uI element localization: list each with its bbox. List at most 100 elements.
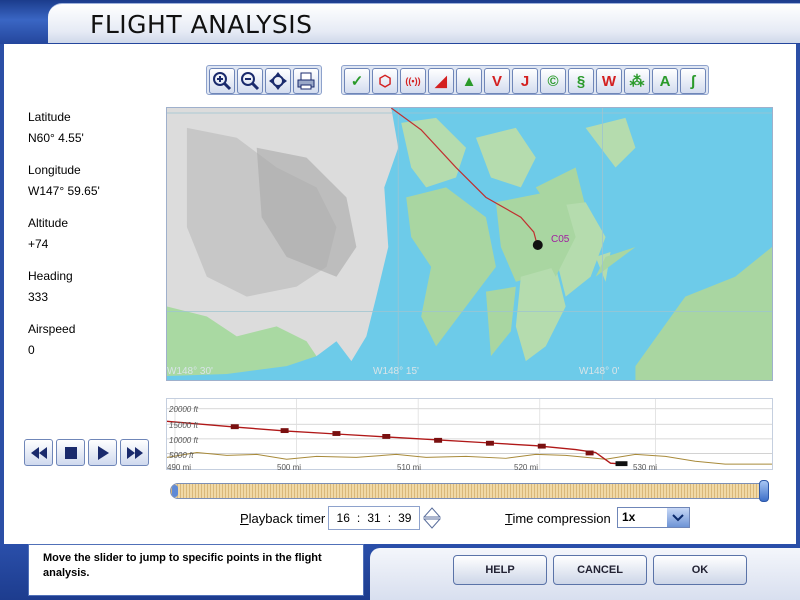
map-toolbar: ✓ ⬡ ((•)) ◢ ▲ V J © § W ⁂ Aʃ <box>341 65 709 95</box>
profile-altitude-label-4: 5000 ft <box>169 451 194 460</box>
heading-label: Heading <box>28 269 73 283</box>
longitude-value: W147° 59.65' <box>28 184 100 198</box>
timeline-slider[interactable] <box>170 480 769 502</box>
zoom-in-icon <box>213 72 232 91</box>
timer-hours[interactable]: 16 <box>337 511 350 525</box>
map-longitude-label-2: W148° 15' <box>373 366 419 377</box>
profile-altitude-label-2: 15000 ft <box>169 421 198 430</box>
timer-minutes[interactable]: 31 <box>367 511 380 525</box>
altitude-profile[interactable]: 20000 ft 15000 ft 10000 ft 5000 ft 490 m… <box>166 398 773 472</box>
altitude-icon: A <box>659 72 671 90</box>
center-button[interactable] <box>265 68 291 94</box>
triangle-button[interactable]: ▲ <box>456 68 482 94</box>
fast-forward-button[interactable] <box>120 439 149 466</box>
spin-down-icon <box>423 518 441 529</box>
jet-airways-icon: J <box>520 72 530 90</box>
map-graphic <box>167 108 772 380</box>
profile-distance-label-2: 500 mi <box>277 463 302 472</box>
timer-spinner[interactable] <box>423 507 441 529</box>
window-frame-left <box>0 44 4 544</box>
time-compression-label: Time compression <box>505 511 611 526</box>
playback-timer-label-hotkey: P <box>240 511 249 526</box>
profile-distance-label-3: 510 mi <box>397 463 422 472</box>
position-info-panel: Latitude N60° 4.55' Longitude W147° 59.6… <box>28 110 100 375</box>
stop-icon <box>64 446 77 459</box>
help-button[interactable]: HELP <box>453 555 547 585</box>
window-frame-right <box>796 44 800 544</box>
wind-icon: ʃ <box>690 72 696 90</box>
timer-separator-1: : <box>356 511 361 525</box>
route-icon: § <box>576 72 586 90</box>
vor-icon: ⬡ <box>378 73 392 90</box>
terrain-icon: ⁂ <box>629 73 645 90</box>
rewind-icon <box>30 446 47 459</box>
latitude-label: Latitude <box>28 110 71 124</box>
latitude-value: N60° 4.55' <box>28 131 84 145</box>
terrain-button[interactable]: ⁂ <box>624 68 650 94</box>
airport-button[interactable]: ✓ <box>344 68 370 94</box>
ndb-button[interactable]: ((•)) <box>400 68 426 94</box>
profile-graphic <box>167 399 772 469</box>
print-icon <box>297 72 315 90</box>
hint-box: Move the slider to jump to specific poin… <box>28 544 364 596</box>
fast-forward-icon <box>126 446 143 459</box>
play-icon <box>97 445 109 460</box>
slider-thumb[interactable] <box>759 480 769 502</box>
victor-airways-icon: V <box>491 72 502 90</box>
heading-value: 333 <box>28 290 49 304</box>
profile-altitude-label-3: 10000 ft <box>169 436 198 445</box>
view-toolbar <box>206 65 322 95</box>
atis-icon: © <box>547 72 559 90</box>
time-compression-select[interactable]: 1x <box>617 507 690 528</box>
route-button[interactable]: § <box>568 68 594 94</box>
chevron-down-icon <box>672 513 684 521</box>
ok-button[interactable]: OK <box>653 555 747 585</box>
profile-altitude-label-1: 20000 ft <box>169 405 198 414</box>
weather-button[interactable]: W <box>596 68 622 94</box>
map-longitude-label-1: W148° 30' <box>167 366 213 377</box>
victor-airways-button[interactable]: V <box>484 68 510 94</box>
airport-icon: ✓ <box>350 73 364 90</box>
airspeed-value: 0 <box>28 343 35 357</box>
timer-separator-2: : <box>387 511 392 525</box>
jet-airways-button[interactable]: J <box>512 68 538 94</box>
altitude-label: Altitude <box>28 216 69 230</box>
altitude-markers <box>230 424 594 456</box>
slider-start-cap <box>172 485 178 497</box>
profile-distance-label-4: 520 mi <box>514 463 539 472</box>
intersection-button[interactable]: ◢ <box>428 68 454 94</box>
playback-timer-label-rest: layback timer <box>248 511 326 526</box>
playback-timer-label: Playback timer <box>240 511 325 526</box>
altitude-value: +74 <box>28 237 49 251</box>
spin-up-icon <box>423 507 441 518</box>
map-longitude-label-3: W148° 0' <box>579 366 620 377</box>
vor-button[interactable]: ⬡ <box>372 68 398 94</box>
weather-icon: W <box>601 72 617 90</box>
longitude-label: Longitude <box>28 163 81 177</box>
atis-button[interactable]: © <box>540 68 566 94</box>
altitude-button[interactable]: A <box>652 68 678 94</box>
flight-map[interactable]: W148° 30' W148° 15' W148° 0' C05 <box>166 107 773 381</box>
cancel-button[interactable]: CANCEL <box>553 555 647 585</box>
timer-seconds[interactable]: 39 <box>398 511 411 525</box>
profile-distance-label-5: 530 mi <box>633 463 658 472</box>
ndb-icon: ((•)) <box>405 76 421 86</box>
time-compression-label-rest: ime compression <box>512 511 611 526</box>
profile-distance-label-1: 490 mi <box>167 463 192 472</box>
zoom-out-icon <box>241 72 260 91</box>
flight-analysis-window: FLIGHT ANALYSIS ✓ ⬡ ((•)) ◢ ▲ V J © § W ⁂ Aʃ Latitu… <box>0 0 800 600</box>
zoom-out-button[interactable] <box>237 68 263 94</box>
rewind-button[interactable] <box>24 439 53 466</box>
terrain-profile <box>167 451 772 465</box>
playback-timer-field[interactable]: 16 : 31 : 39 <box>328 506 420 530</box>
print-button[interactable] <box>293 68 319 94</box>
triangle-icon: ▲ <box>461 72 477 90</box>
window-title: FLIGHT ANALYSIS <box>90 10 313 39</box>
airport-label: C05 <box>551 234 570 245</box>
play-button[interactable] <box>88 439 117 466</box>
time-compression-value: 1x <box>622 510 636 524</box>
wind-button[interactable]: ʃ <box>680 68 706 94</box>
zoom-in-button[interactable] <box>209 68 235 94</box>
dropdown-arrow[interactable] <box>667 508 689 527</box>
stop-button[interactable] <box>56 439 85 466</box>
